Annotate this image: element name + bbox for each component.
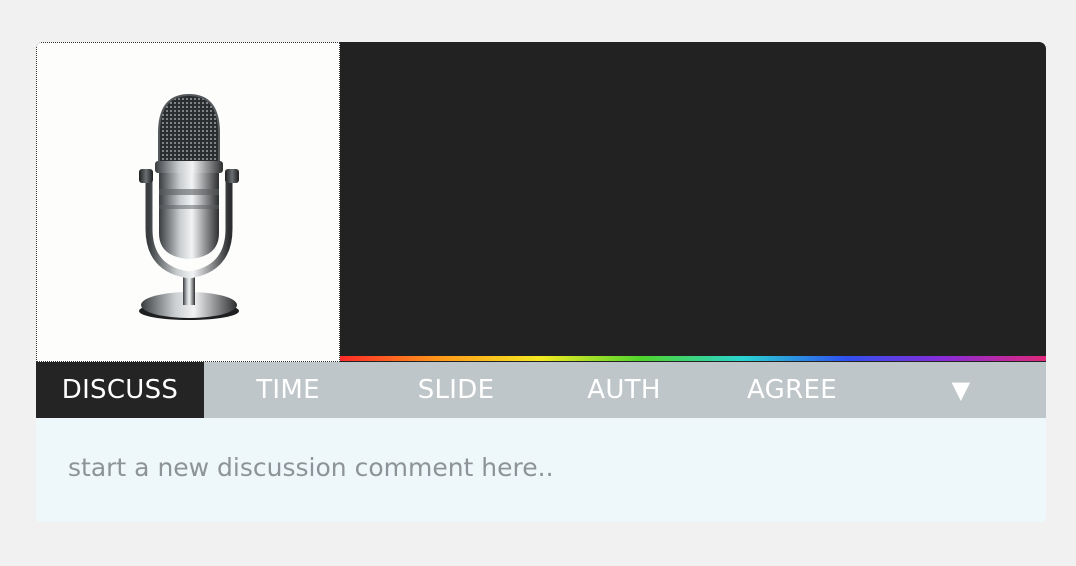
microphone-icon (139, 93, 239, 320)
tab-time[interactable]: TIME (204, 362, 372, 418)
tab-discuss[interactable]: DISCUSS (36, 362, 204, 418)
thumbnail[interactable] (36, 42, 340, 362)
dropdown-arrow-icon[interactable]: ▼ (876, 362, 1046, 418)
comment-area (36, 418, 1046, 522)
tab-slide[interactable]: SLIDE (372, 362, 540, 418)
discussion-widget: DISCUSS TIME SLIDE AUTH AGREE ▼ (36, 42, 1046, 522)
comment-input[interactable] (66, 444, 1010, 490)
tab-auth[interactable]: AUTH (540, 362, 708, 418)
tab-bar: DISCUSS TIME SLIDE AUTH AGREE ▼ (36, 362, 1046, 418)
progress-rainbow-bar (340, 356, 1046, 361)
media-player[interactable] (36, 42, 1046, 362)
tab-agree[interactable]: AGREE (708, 362, 876, 418)
